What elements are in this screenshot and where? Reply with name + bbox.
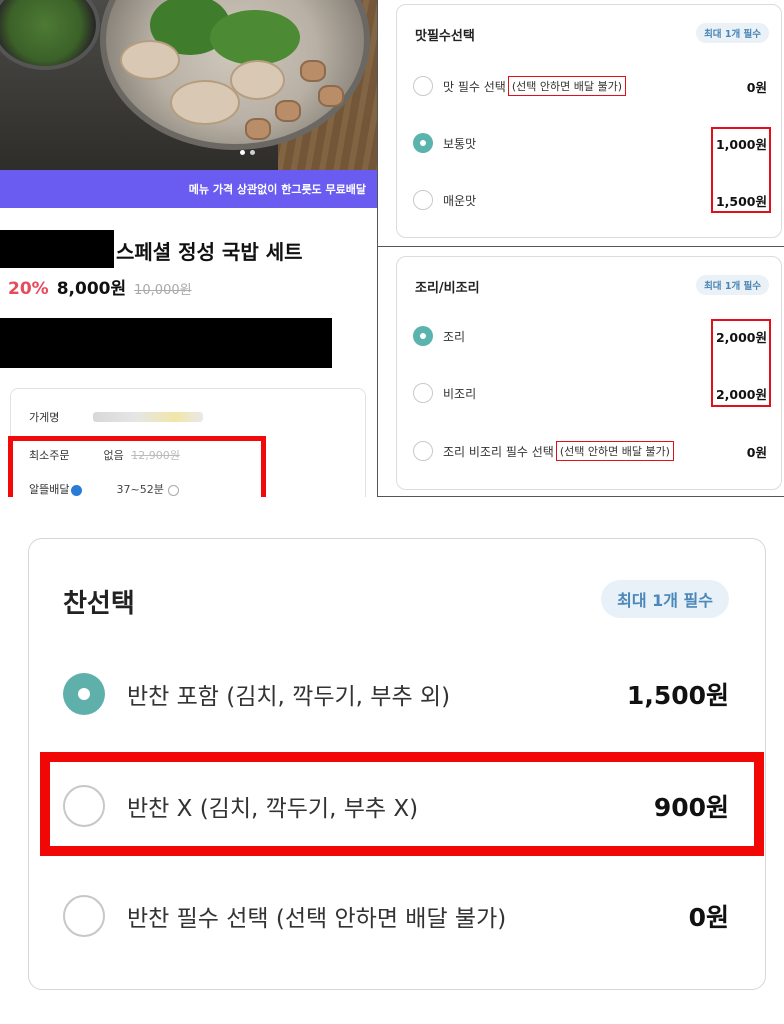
price-row: 20% 8,000원 10,000원 <box>8 274 192 299</box>
option-side-included[interactable]: 반찬 포함 (김치, 깍두기, 부추 외) 1,500원 <box>63 669 729 719</box>
required-badge: 최대 1개 필수 <box>601 580 729 618</box>
required-badge: 최대 1개 필수 <box>696 23 769 43</box>
original-price: 10,000원 <box>134 283 192 298</box>
meat-slice-image <box>230 60 285 100</box>
option-label: 반찬 포함 (김치, 깍두기, 부추 외) <box>127 684 451 710</box>
carousel-dot[interactable] <box>240 150 245 155</box>
highlight-box <box>40 752 764 856</box>
radio-button-selected[interactable] <box>63 673 105 715</box>
store-name-blurred <box>93 412 204 422</box>
cook-option-card: 조리/비조리 최대 1개 필수 조리 2,000원 비조리 2,000원 조리 … <box>396 256 782 490</box>
sundae-image <box>300 60 326 82</box>
meat-slice-image <box>120 40 180 80</box>
herb-image <box>210 10 300 65</box>
highlight-box <box>8 436 266 497</box>
meat-slice-image <box>170 80 240 125</box>
option-note: (선택 안하면 배달 불가) <box>507 76 626 96</box>
redacted-block <box>0 230 114 268</box>
free-delivery-banner[interactable]: 메뉴 가격 상관없이 한그릇도 무료배달 <box>0 170 378 208</box>
taste-option-card: 맛필수선택 최대 1개 필수 맛 필수 선택 (선택 안하면 배달 불가) 0원… <box>396 4 782 238</box>
redacted-block <box>0 318 332 368</box>
sale-price: 8,000원 <box>56 279 127 299</box>
option-side-required[interactable]: 반찬 필수 선택 (선택 안하면 배달 불가) 0원 <box>63 891 729 941</box>
option-price: 0원 <box>688 903 729 932</box>
radio-button[interactable] <box>413 441 433 461</box>
option-price: 0원 <box>746 444 767 460</box>
option-label: 조리 <box>443 329 466 344</box>
required-badge: 최대 1개 필수 <box>696 275 769 295</box>
radio-button[interactable] <box>413 76 433 96</box>
option-label: 비조리 <box>443 386 477 401</box>
highlight-box <box>711 319 771 407</box>
option-label: 맛 필수 선택 <box>443 79 506 94</box>
sundae-image <box>245 118 271 140</box>
option-label: 매운맛 <box>443 193 477 208</box>
card-title: 찬선택 <box>63 589 135 619</box>
option-price: 1,500원 <box>626 681 729 710</box>
discount-rate: 20% <box>8 279 49 299</box>
product-panel: 메뉴 가격 상관없이 한그릇도 무료배달 스페셜 정성 국밥 세트 20% 8,… <box>0 0 378 497</box>
product-photo[interactable] <box>0 0 378 170</box>
carousel-dots[interactable] <box>240 150 255 155</box>
card-title: 맛필수선택 <box>415 29 475 44</box>
store-name-row: 가게명 <box>29 409 204 425</box>
herb-bowl-image <box>0 0 100 70</box>
sundae-image <box>275 100 301 122</box>
radio-button-selected[interactable] <box>413 133 433 153</box>
product-title: 스페셜 정성 국밥 세트 <box>116 240 303 264</box>
radio-button[interactable] <box>63 895 105 937</box>
highlight-box <box>711 127 771 213</box>
option-note: (선택 안하면 배달 불가) <box>555 441 674 461</box>
option-label: 반찬 필수 선택 (선택 안하면 배달 불가) <box>127 906 507 932</box>
radio-button[interactable] <box>413 190 433 210</box>
option-taste-required[interactable]: 맛 필수 선택 (선택 안하면 배달 불가) 0원 <box>413 73 767 99</box>
option-label: 조리 비조리 필수 선택 <box>443 444 554 459</box>
divider <box>377 496 784 497</box>
divider <box>378 246 784 247</box>
option-price: 0원 <box>746 79 767 95</box>
option-label: 보통맛 <box>443 136 477 151</box>
carousel-dot[interactable] <box>250 150 255 155</box>
store-name-label: 가게명 <box>29 411 60 424</box>
radio-button-selected[interactable] <box>413 326 433 346</box>
divider <box>377 0 378 497</box>
card-title: 조리/비조리 <box>415 281 480 296</box>
radio-button[interactable] <box>413 383 433 403</box>
sundae-image <box>318 85 344 107</box>
option-cook-required[interactable]: 조리 비조리 필수 선택 (선택 안하면 배달 불가) 0원 <box>413 438 767 464</box>
